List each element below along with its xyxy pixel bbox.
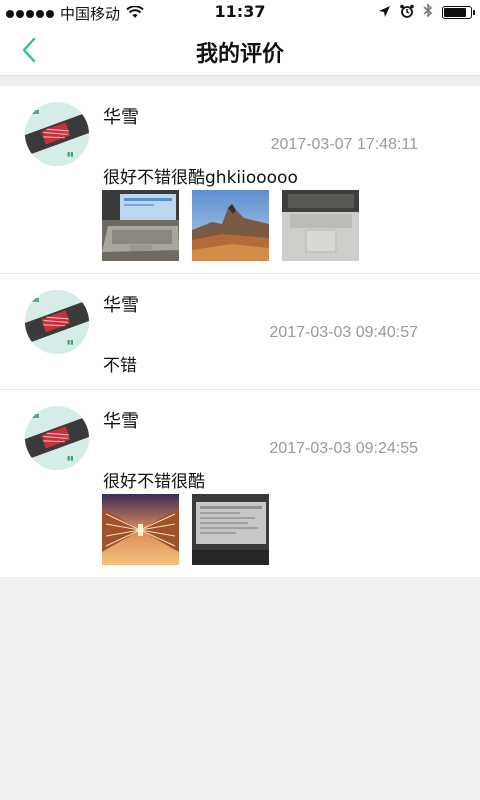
laptop-keyboard-photo[interactable] [282, 190, 359, 261]
review-photos [102, 494, 269, 565]
symmetric-architecture-photo[interactable] [102, 494, 179, 565]
bluetooth-icon [423, 3, 433, 22]
status-right [378, 3, 475, 22]
review-timestamp: 2017-03-07 17:48:11 [270, 136, 418, 153]
battery-level-fill [444, 8, 467, 17]
user-name: 华雪 [103, 411, 139, 432]
avatar[interactable]: ▮▮ [25, 290, 89, 354]
review-timestamp: 2017-03-03 09:40:57 [269, 324, 418, 341]
review-timestamp: 2017-03-03 09:24:55 [269, 440, 418, 457]
mountain-landscape-photo[interactable] [192, 190, 269, 261]
page-title: 我的评价 [195, 42, 284, 67]
svg-text:▮▮: ▮▮ [67, 339, 74, 346]
review-text: 很好不错很酷 [103, 472, 205, 492]
status-bar: 中国移动 11:37 [0, 0, 480, 24]
svg-text:▮▮: ▮▮ [67, 151, 74, 158]
alarm-clock-icon [400, 4, 414, 22]
svg-text:▮▮: ▮▮ [67, 455, 74, 462]
review-list: ▮▮ 华雪 2017-03-07 17:48:11 很好不错很酷ghkiiooo… [0, 86, 480, 577]
review-item[interactable]: ▮▮ 华雪 2017-03-03 09:40:57 不错 [0, 274, 480, 390]
laptop-screen-photo[interactable] [102, 190, 179, 261]
header-separator [0, 77, 480, 86]
review-item[interactable]: ▮▮ 华雪 2017-03-03 09:24:55 很好不错很酷 [0, 390, 480, 577]
review-text: 很好不错很酷ghkiiooooo [103, 168, 298, 188]
empty-area [0, 577, 480, 800]
review-item[interactable]: ▮▮ 华雪 2017-03-07 17:48:11 很好不错很酷ghkiiooo… [0, 86, 480, 274]
user-name: 华雪 [103, 295, 139, 316]
battery-icon [442, 6, 475, 19]
monitor-photo[interactable] [192, 494, 269, 565]
avatar[interactable]: ▮▮ [25, 406, 89, 470]
navigation-bar: 我的评价 [0, 24, 480, 76]
avatar[interactable]: ▮▮ [25, 102, 89, 166]
review-text: 不错 [103, 356, 137, 376]
review-photos [102, 190, 359, 261]
location-arrow-icon [378, 4, 391, 22]
user-name: 华雪 [103, 107, 139, 128]
